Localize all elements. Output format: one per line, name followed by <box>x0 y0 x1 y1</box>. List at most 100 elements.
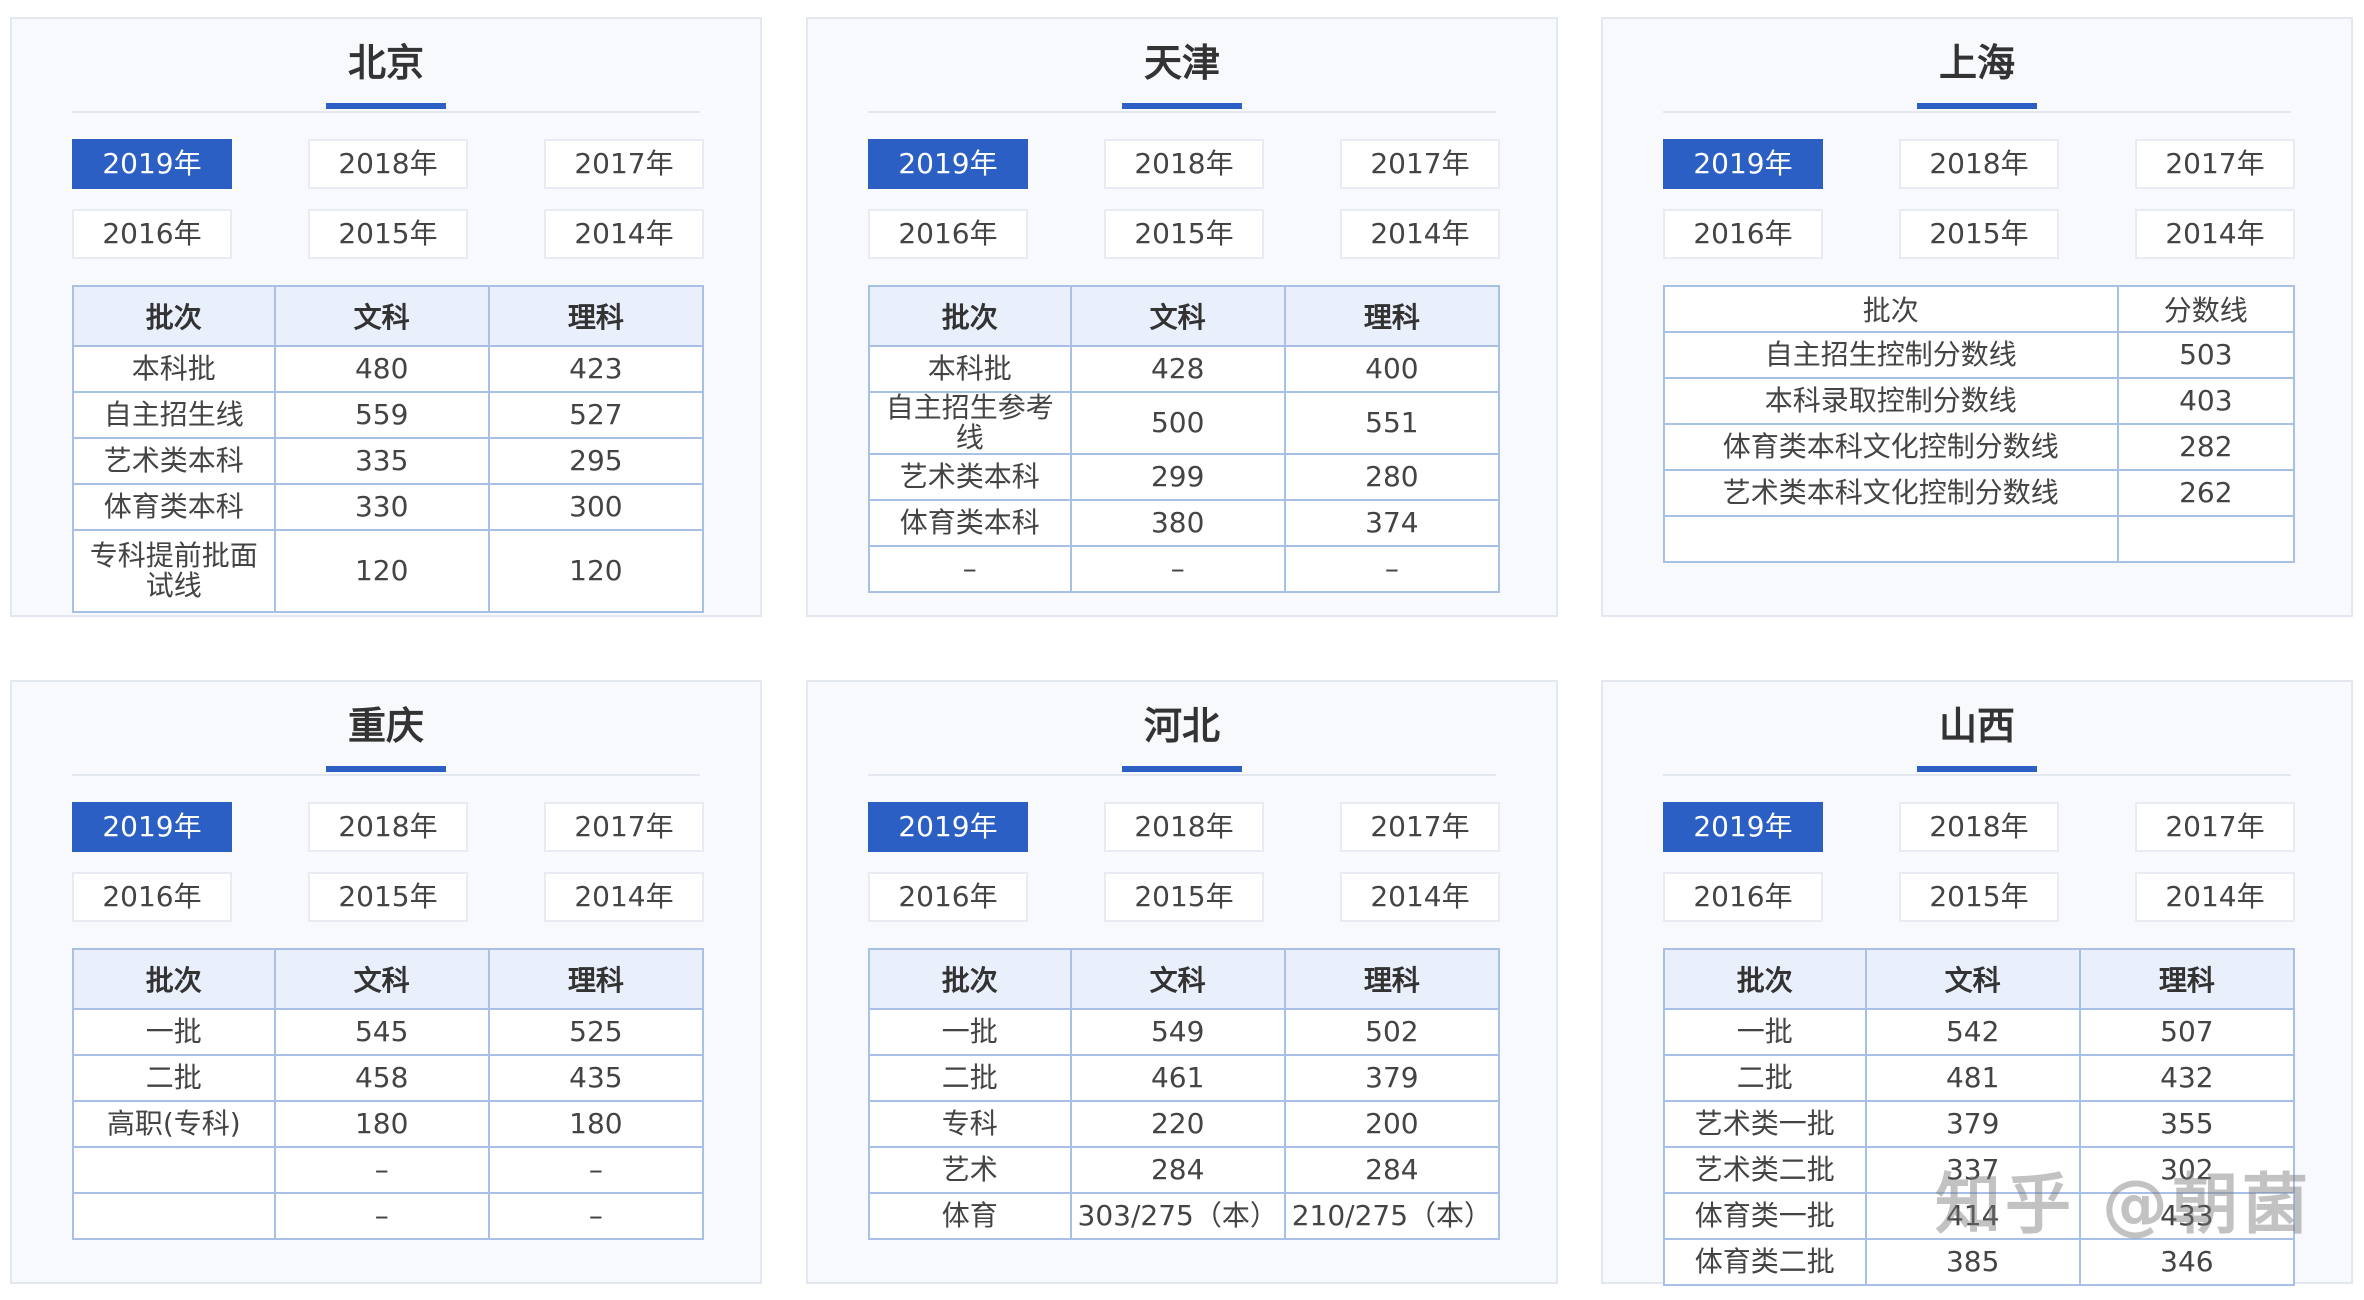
column-header: 批次 <box>1663 948 1867 1010</box>
batch-cell: 高职(专科) <box>72 1100 276 1148</box>
score-cell: 507 <box>2078 1008 2296 1056</box>
column-header: 理科 <box>1283 285 1501 347</box>
table-row: 自主招生控制分数线 503 <box>1663 331 2296 379</box>
column-header: 文科 <box>1069 948 1286 1010</box>
year-tab-2015[interactable]: 2015年 <box>308 209 468 259</box>
score-cell: 481 <box>1864 1054 2081 1102</box>
year-tab-2019[interactable]: 2019年 <box>868 139 1028 189</box>
score-cell: – <box>487 1146 705 1194</box>
batch-cell: 艺术类本科 <box>72 437 276 485</box>
score-cell: 335 <box>273 437 490 485</box>
card-title-bar: 北京 <box>72 19 700 113</box>
score-cell: – <box>273 1192 490 1240</box>
score-cell: 428 <box>1069 345 1286 393</box>
batch-cell: 本科录取控制分数线 <box>1663 377 2119 425</box>
year-tab-2014[interactable]: 2014年 <box>544 872 704 922</box>
table-row: 体育 303/275（本） 210/275（本） <box>868 1192 1501 1240</box>
year-tabs: 2019年 2018年 2017年 2016年 2015年 2014年 <box>1663 802 2295 924</box>
year-tab-2015[interactable]: 2015年 <box>308 872 468 922</box>
batch-cell: 二批 <box>72 1054 276 1102</box>
year-tab-2014[interactable]: 2014年 <box>2135 872 2295 922</box>
batch-cell: 体育类本科文化控制分数线 <box>1663 423 2119 471</box>
year-tab-2016[interactable]: 2016年 <box>868 209 1028 259</box>
year-tab-2015[interactable]: 2015年 <box>1899 209 2059 259</box>
batch-cell: 自主招生参考线 <box>868 391 1072 455</box>
score-cell: 542 <box>1864 1008 2081 1056</box>
card-title-bar: 河北 <box>868 682 1496 776</box>
table-header-row: 批次 文科 理科 <box>72 285 705 347</box>
score-cell: 330 <box>273 483 490 531</box>
year-tab-2018[interactable]: 2018年 <box>1899 802 2059 852</box>
year-tab-2018[interactable]: 2018年 <box>1104 139 1264 189</box>
year-tab-2014[interactable]: 2014年 <box>544 209 704 259</box>
year-tab-2019[interactable]: 2019年 <box>72 802 232 852</box>
year-tab-2018[interactable]: 2018年 <box>308 139 468 189</box>
score-table: 批次 文科 理科 一批 545 525 二批 458 435 高职(专科) 180 180– – – – <box>72 948 705 1240</box>
score-cell: 210/275（本） <box>1283 1192 1501 1240</box>
year-tab-2015[interactable]: 2015年 <box>1104 872 1264 922</box>
year-tab-2019[interactable]: 2019年 <box>72 139 232 189</box>
year-tab-2018[interactable]: 2018年 <box>1899 139 2059 189</box>
province-title: 天津 <box>1121 41 1242 109</box>
score-cell: 380 <box>1069 499 1286 547</box>
year-tab-2016[interactable]: 2016年 <box>1663 872 1823 922</box>
batch-cell: – <box>868 545 1072 593</box>
table-row: 艺术类本科文化控制分数线 262 <box>1663 469 2296 517</box>
year-tab-2014[interactable]: 2014年 <box>1340 209 1500 259</box>
score-cell: 435 <box>487 1054 705 1102</box>
batch-cell <box>72 1146 276 1194</box>
table-row: 专科 220 200 <box>868 1100 1501 1148</box>
card-title-bar: 山西 <box>1663 682 2291 776</box>
year-tab-2016[interactable]: 2016年 <box>1663 209 1823 259</box>
year-tab-2019[interactable]: 2019年 <box>868 802 1028 852</box>
year-tab-2017[interactable]: 2017年 <box>544 802 704 852</box>
score-cell: 545 <box>273 1008 490 1056</box>
year-tab-2017[interactable]: 2017年 <box>1340 139 1500 189</box>
year-tab-2017[interactable]: 2017年 <box>1340 802 1500 852</box>
score-table: 批次 分数线 自主招生控制分数线 503 本科录取控制分数线 403 体育类本科文化控制分数… <box>1663 285 2296 563</box>
year-tab-2018[interactable]: 2018年 <box>1104 802 1264 852</box>
batch-cell: 专科 <box>868 1100 1072 1148</box>
year-tab-2014[interactable]: 2014年 <box>2135 209 2295 259</box>
year-tab-2019[interactable]: 2019年 <box>1663 139 1823 189</box>
province-title: 山西 <box>1916 704 2037 772</box>
score-cell: 379 <box>1864 1100 2081 1148</box>
province-card: 上海 2019年 2018年 2017年 2016年 2015年 2014年批次 分数线 自主招… <box>1601 17 2353 617</box>
year-tab-2014[interactable]: 2014年 <box>1340 872 1500 922</box>
batch-cell: 自主招生线 <box>72 391 276 439</box>
table-row: 艺术类本科 299 280 <box>868 453 1501 501</box>
year-tab-2017[interactable]: 2017年 <box>544 139 704 189</box>
year-tab-2016[interactable]: 2016年 <box>868 872 1028 922</box>
batch-cell: 二批 <box>868 1054 1072 1102</box>
score-cell: 299 <box>1069 453 1286 501</box>
score-cell: 525 <box>487 1008 705 1056</box>
province-title: 上海 <box>1916 41 2037 109</box>
year-tab-2016[interactable]: 2016年 <box>72 209 232 259</box>
year-tab-2017[interactable]: 2017年 <box>2135 139 2295 189</box>
score-cell: 549 <box>1069 1008 1286 1056</box>
year-tab-2019[interactable]: 2019年 <box>1663 802 1823 852</box>
score-cell: 502 <box>1283 1008 1501 1056</box>
table-header-row: 批次 文科 理科 <box>72 948 705 1010</box>
year-tabs: 2019年 2018年 2017年 2016年 2015年 2014年 <box>72 139 704 261</box>
province-title: 北京 <box>325 41 446 109</box>
year-tab-2015[interactable]: 2015年 <box>1899 872 2059 922</box>
year-tab-2017[interactable]: 2017年 <box>2135 802 2295 852</box>
table-row: – – <box>72 1146 705 1194</box>
table-row: 体育类本科文化控制分数线 282 <box>1663 423 2296 471</box>
year-tab-2015[interactable]: 2015年 <box>1104 209 1264 259</box>
score-cell: 120 <box>273 529 490 613</box>
score-table: 批次 文科 理科 本科批 428 400 自主招生参考线 500 551 艺术类本科 299 280 体… <box>868 285 1501 593</box>
year-tab-2016[interactable]: 2016年 <box>72 872 232 922</box>
score-cell: 403 <box>2116 377 2296 425</box>
batch-cell: 二批 <box>1663 1054 1867 1102</box>
table-row: 自主招生线 559 527 <box>72 391 705 439</box>
score-cell: 374 <box>1283 499 1501 547</box>
table-row: 艺术 284 284 <box>868 1146 1501 1194</box>
year-tab-2018[interactable]: 2018年 <box>308 802 468 852</box>
score-cell <box>2116 515 2296 563</box>
score-table: 批次 文科 理科 一批 549 502 二批 461 379 专科 220 200 艺术 284 284 体育… <box>868 948 1501 1240</box>
table-row: 一批 545 525 <box>72 1008 705 1056</box>
batch-cell: 一批 <box>1663 1008 1867 1056</box>
batch-cell: 体育 <box>868 1192 1072 1240</box>
